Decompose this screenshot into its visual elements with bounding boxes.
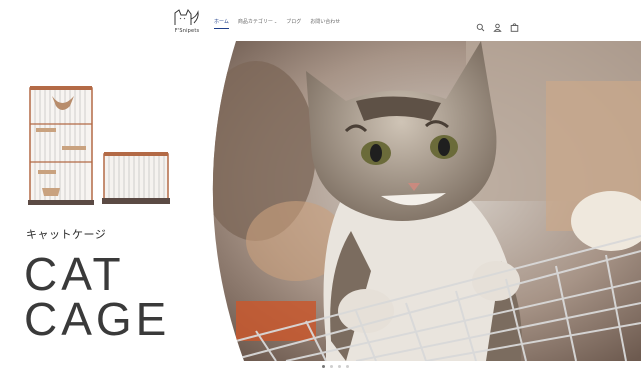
logo-text: F'Snipets	[174, 28, 200, 34]
hero-title-line-2: CAGE	[24, 293, 171, 345]
hero-photo	[196, 41, 641, 361]
cat-cage-product-image	[28, 86, 170, 205]
nav-item-label: ホーム	[214, 19, 229, 25]
nav-item-home[interactable]: ホーム	[214, 19, 229, 29]
nav-item-label: 商品カテゴリー	[237, 19, 273, 25]
hero-title-line-1: CAT	[24, 248, 125, 300]
main-nav: ホーム 商品カテゴリー ⌄ ブログ お問い合わせ	[214, 19, 340, 29]
cat-logo-icon	[174, 9, 199, 25]
search-icon[interactable]	[476, 17, 485, 32]
slider-dot-1[interactable]	[322, 365, 325, 368]
tall-cage	[28, 86, 94, 205]
cart-icon[interactable]	[510, 17, 519, 32]
nav-item-label: ブログ	[286, 19, 302, 25]
header-icons	[476, 17, 519, 32]
site-header: F'Snipets ホーム 商品カテゴリー ⌄ ブログ お問い合わせ	[0, 0, 641, 40]
account-icon[interactable]	[493, 17, 502, 32]
small-cage	[102, 152, 170, 204]
slider-dot-4[interactable]	[346, 365, 349, 368]
hero-kana-title: キャットケージ	[26, 228, 107, 241]
nav-item-blog[interactable]: ブログ	[286, 19, 301, 29]
slider-dots	[322, 365, 349, 368]
nav-item-label: お問い合わせ	[310, 19, 341, 25]
chevron-down-icon: ⌄	[273, 19, 278, 24]
slider-dot-3[interactable]	[338, 365, 341, 368]
kitten-photo	[212, 41, 641, 361]
nav-item-categories[interactable]: 商品カテゴリー ⌄	[238, 19, 277, 29]
slider-dot-2[interactable]	[330, 365, 333, 368]
nav-item-contact[interactable]: お問い合わせ	[310, 19, 340, 29]
site-logo[interactable]: F'Snipets	[170, 9, 204, 35]
